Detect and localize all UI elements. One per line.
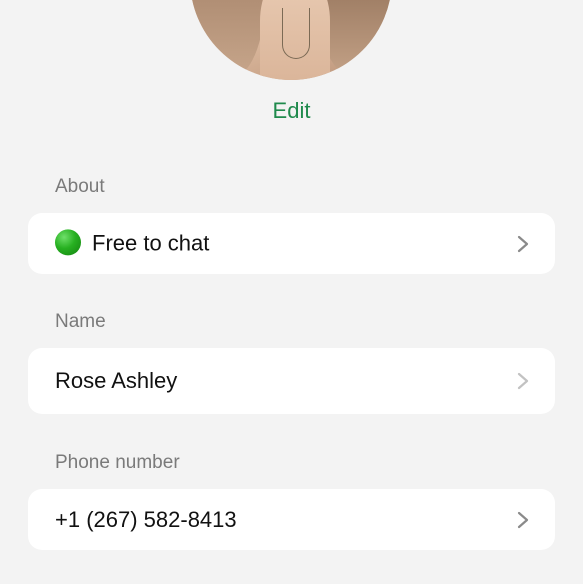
about-row-content: Free to chat: [55, 229, 210, 257]
about-section-label: About: [55, 176, 105, 197]
chevron-right-icon: [517, 372, 529, 390]
phone-section-label: Phone number: [55, 452, 180, 473]
green-circle-icon: [55, 229, 81, 256]
about-row[interactable]: Free to chat: [28, 213, 555, 274]
avatar-hair-left: [190, 0, 265, 78]
name-row[interactable]: Rose Ashley: [28, 348, 555, 414]
phone-value: +1 (267) 582-8413: [55, 506, 237, 532]
name-value: Rose Ashley: [55, 368, 178, 393]
profile-avatar[interactable]: [190, 0, 392, 80]
name-section-label: Name: [55, 311, 106, 332]
avatar-necklace: [282, 8, 310, 59]
about-value: Free to chat: [92, 229, 210, 255]
phone-row[interactable]: +1 (267) 582-8413: [28, 489, 555, 550]
chevron-right-icon: [517, 511, 529, 528]
edit-photo-button[interactable]: Edit: [0, 98, 583, 124]
chevron-right-icon: [517, 235, 529, 252]
